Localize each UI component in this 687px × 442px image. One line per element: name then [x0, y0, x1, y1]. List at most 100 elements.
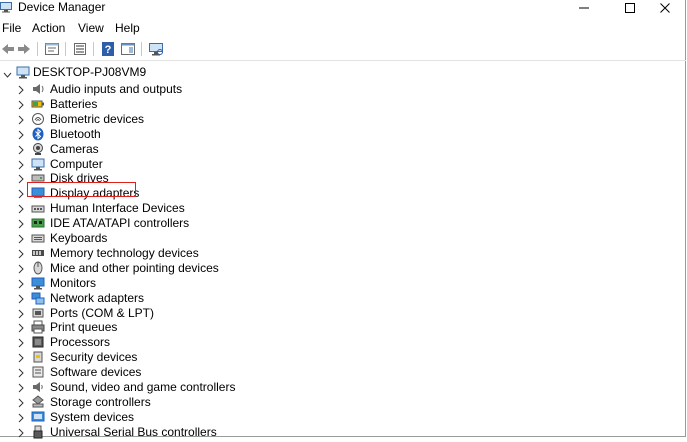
- tree-item-label: Ports (COM & LPT): [50, 305, 155, 320]
- tree-item-label: Biometric devices: [50, 111, 145, 126]
- bluetooth-icon: [31, 127, 45, 141]
- chevron-right-icon[interactable]: [17, 144, 25, 154]
- chevron-right-icon[interactable]: [17, 308, 25, 318]
- chevron-right-icon[interactable]: [17, 218, 25, 229]
- processor-icon: [31, 335, 45, 349]
- back-icon[interactable]: [0, 41, 16, 57]
- title-bar[interactable]: Device Manager: [0, 0, 686, 16]
- chevron-right-icon[interactable]: [17, 263, 25, 274]
- window-title: Device Manager: [18, 0, 106, 14]
- toolbar-separator: [65, 42, 66, 56]
- action-pane-icon[interactable]: [120, 41, 136, 57]
- close-icon: [660, 3, 670, 13]
- chevron-right-icon[interactable]: [17, 352, 25, 363]
- chevron-right-icon[interactable]: [17, 188, 25, 199]
- tree-item-label: Universal Serial Bus controllers: [50, 424, 217, 439]
- memory-icon: [31, 246, 45, 260]
- toolbar: ?: [0, 38, 686, 61]
- battery-icon: [31, 97, 45, 111]
- chevron-right-icon[interactable]: [17, 427, 25, 438]
- mouse-icon: [31, 261, 45, 275]
- tree-item-label: Memory technology devices: [50, 245, 199, 260]
- tree-item-label: Mice and other pointing devices: [50, 260, 219, 275]
- port-icon: [31, 306, 45, 320]
- computer-icon: [31, 157, 45, 171]
- computer-name: DESKTOP-PJ08VM9: [33, 65, 147, 79]
- tree-item-label: Cameras: [50, 141, 99, 156]
- chevron-right-icon[interactable]: [17, 322, 25, 333]
- tree-item-label: Network adapters: [50, 290, 145, 305]
- maximize-button[interactable]: [610, 0, 650, 16]
- chevron-right-icon[interactable]: [17, 84, 25, 95]
- menu-action[interactable]: Action: [32, 21, 65, 35]
- security-icon: [31, 350, 45, 364]
- toolbar-separator: [141, 42, 142, 56]
- tree-item-label: Human Interface Devices: [50, 201, 185, 216]
- chevron-right-icon[interactable]: [17, 397, 25, 408]
- tree-item-label: Computer: [50, 156, 103, 171]
- software-device-icon: [31, 365, 45, 379]
- tree-item-label: Storage controllers: [50, 394, 151, 409]
- tree-item-label: System devices: [50, 409, 135, 424]
- properties-icon[interactable]: [44, 41, 60, 57]
- monitor-icon: [31, 276, 45, 290]
- ide-controller-icon: [31, 216, 45, 230]
- tree-item-label: Keyboards: [50, 231, 108, 245]
- tree-item-label: Bluetooth: [50, 126, 101, 141]
- computer-root-icon: [16, 65, 30, 79]
- show-hide-console-tree-icon[interactable]: [72, 41, 88, 57]
- chevron-right-icon[interactable]: [17, 293, 25, 303]
- chevron-right-icon[interactable]: [17, 114, 25, 125]
- sound-icon: [31, 380, 45, 394]
- tree-item-label: Print queues: [50, 320, 118, 335]
- storage-icon: [31, 395, 45, 409]
- chevron-right-icon[interactable]: [17, 159, 25, 169]
- fingerprint-icon: [31, 112, 45, 126]
- hid-icon: [31, 201, 45, 215]
- printer-icon: [31, 320, 45, 334]
- maximize-icon: [625, 3, 635, 13]
- network-adapter-icon: [31, 291, 45, 305]
- chevron-right-icon[interactable]: [17, 173, 25, 184]
- minimize-button[interactable]: [564, 0, 604, 16]
- menu-file[interactable]: File: [2, 21, 21, 35]
- tree-item-label: Monitors: [50, 275, 97, 290]
- device-manager-window: Device Manager File Action View Help ? D…: [0, 0, 686, 439]
- chevron-right-icon[interactable]: [17, 203, 25, 214]
- toolbar-separator: [93, 42, 94, 56]
- tree-item-label: Processors: [50, 335, 111, 350]
- menu-view[interactable]: View: [78, 21, 104, 35]
- close-button[interactable]: [645, 0, 685, 16]
- toolbar-separator: [37, 42, 38, 56]
- chevron-right-icon[interactable]: [17, 99, 25, 110]
- tree-item-label: Audio inputs and outputs: [50, 82, 183, 96]
- keyboard-icon: [31, 231, 45, 245]
- tree-item-label: Security devices: [50, 350, 138, 365]
- usb-icon: [31, 425, 45, 439]
- chevron-right-icon[interactable]: [17, 367, 25, 378]
- svg-text:?: ?: [105, 44, 112, 56]
- chevron-right-icon[interactable]: [17, 278, 25, 289]
- chevron-right-icon[interactable]: [17, 248, 25, 259]
- tree-item-label: Software devices: [50, 365, 142, 380]
- scan-hardware-icon[interactable]: [148, 41, 164, 57]
- system-device-icon: [31, 410, 45, 424]
- chevron-right-icon[interactable]: [17, 337, 25, 348]
- menu-bar: File Action View Help: [0, 19, 686, 37]
- speaker-icon: [31, 82, 45, 96]
- forward-icon[interactable]: [16, 41, 32, 57]
- menu-help[interactable]: Help: [115, 21, 140, 35]
- camera-icon: [31, 142, 45, 156]
- tree-item-label: Batteries: [50, 96, 98, 111]
- tree-item-label: IDE ATA/ATAPI controllers: [50, 216, 190, 231]
- minimize-icon: [579, 7, 589, 9]
- chevron-right-icon[interactable]: [17, 412, 25, 423]
- chevron-right-icon[interactable]: [17, 129, 25, 140]
- chevron-down-icon[interactable]: [3, 68, 12, 78]
- chevron-right-icon[interactable]: [17, 382, 25, 393]
- highlight-display-adapters: [27, 182, 136, 197]
- device-manager-app-icon: [0, 1, 12, 13]
- help-icon[interactable]: ?: [100, 41, 116, 57]
- tree-item-label: Sound, video and game controllers: [50, 380, 236, 394]
- chevron-right-icon[interactable]: [17, 233, 25, 244]
